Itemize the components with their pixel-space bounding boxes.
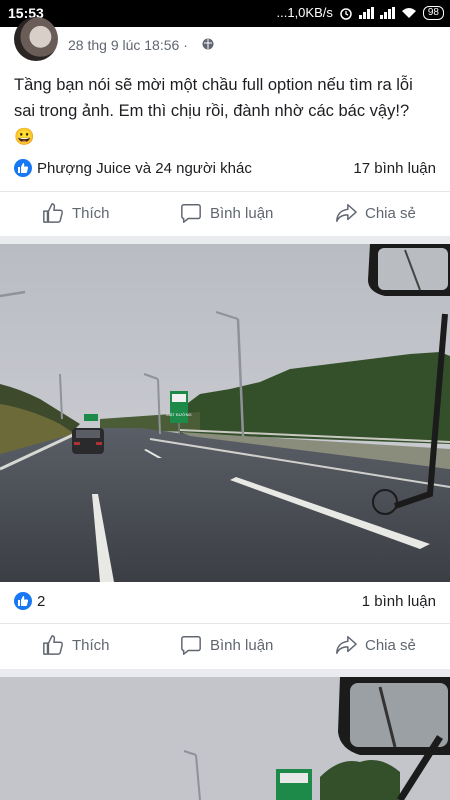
share-icon bbox=[336, 204, 357, 222]
highway-photo: MẶT ĐƯỜNG bbox=[0, 244, 450, 582]
network-speed: ...1,0KB/s bbox=[276, 5, 333, 20]
thumbs-up-icon bbox=[43, 635, 63, 655]
share-label: Chia sẻ bbox=[365, 204, 416, 222]
comment-icon bbox=[181, 204, 201, 223]
wifi-icon bbox=[401, 7, 416, 18]
reaction-count[interactable]: 2 bbox=[37, 593, 45, 610]
comment-icon bbox=[181, 636, 201, 655]
post-photo[interactable]: MẶT ĐƯỜNG bbox=[0, 244, 450, 582]
globe-icon bbox=[202, 38, 214, 50]
post-text: Tầng bạn nói sẽ mời một chầu full option… bbox=[14, 76, 413, 146]
reaction-summary-2[interactable]: 2 1 bình luận bbox=[0, 590, 450, 614]
post-photo-2[interactable] bbox=[0, 677, 450, 800]
like-button-2[interactable]: Thích bbox=[42, 634, 110, 656]
reaction-summary[interactable]: Phượng Juice và 24 người khác 17 bình lu… bbox=[0, 157, 450, 181]
like-reaction-icon bbox=[14, 592, 32, 610]
share-button-2[interactable]: Chia sẻ bbox=[335, 634, 416, 656]
share-label: Chia sẻ bbox=[365, 636, 416, 654]
highway-photo-2 bbox=[0, 677, 450, 800]
avatar[interactable] bbox=[14, 17, 58, 61]
like-button[interactable]: Thích bbox=[42, 202, 110, 224]
like-reaction-icon bbox=[14, 159, 32, 177]
share-button[interactable]: Chia sẻ bbox=[335, 202, 416, 224]
comment-count-2[interactable]: 1 bình luận bbox=[362, 593, 436, 610]
share-icon bbox=[336, 636, 357, 654]
comment-button-2[interactable]: Bình luận bbox=[180, 634, 273, 656]
reaction-names[interactable]: Phượng Juice và 24 người khác bbox=[37, 160, 252, 177]
status-icons: ...1,0KB/s 98 bbox=[276, 5, 444, 20]
car bbox=[72, 428, 104, 454]
comment-label: Bình luận bbox=[210, 204, 274, 222]
like-label: Thích bbox=[72, 204, 110, 222]
post-divider bbox=[0, 236, 450, 244]
post-actions-2: Thích Bình luận Chia sẻ bbox=[0, 623, 450, 668]
post-actions: Thích Bình luận Chia sẻ bbox=[0, 191, 450, 236]
alarm-icon bbox=[340, 7, 352, 20]
signal-icon-2 bbox=[379, 6, 395, 19]
post-timestamp[interactable]: 28 thg 9 lúc 18:56 · bbox=[68, 37, 188, 53]
road-sign-text: MẶT ĐƯỜNG bbox=[166, 412, 191, 417]
comment-button[interactable]: Bình luận bbox=[180, 202, 273, 224]
signal-icon bbox=[358, 6, 374, 19]
like-label: Thích bbox=[72, 636, 110, 654]
battery-icon: 98 bbox=[422, 5, 444, 20]
post-header: 28 thg 9 lúc 18:56 · bbox=[0, 17, 450, 61]
post-divider-2 bbox=[0, 669, 450, 677]
thumbs-up-icon bbox=[43, 203, 63, 223]
status-bar: 15:53 ...1,0KB/s 98 bbox=[0, 0, 450, 27]
comment-count[interactable]: 17 bình luận bbox=[353, 160, 436, 177]
comment-label: Bình luận bbox=[210, 636, 274, 654]
